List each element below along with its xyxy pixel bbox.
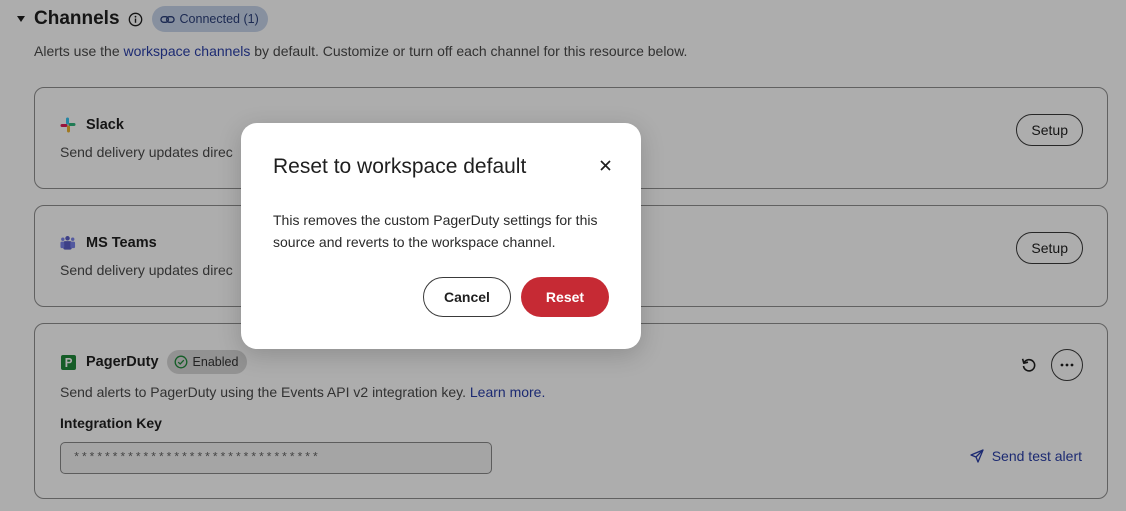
cancel-button[interactable]: Cancel — [423, 277, 511, 317]
dialog-title: Reset to workspace default — [273, 155, 527, 178]
dialog-actions: Cancel Reset — [423, 277, 609, 317]
reset-dialog: Reset to workspace default This removes … — [241, 123, 641, 349]
dialog-body: This removes the custom PagerDuty settin… — [273, 212, 598, 250]
reset-button[interactable]: Reset — [521, 277, 609, 317]
close-icon[interactable] — [597, 157, 613, 173]
